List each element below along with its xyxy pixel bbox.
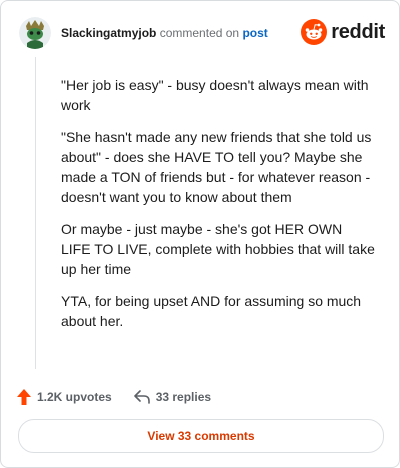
replies-button[interactable]: 33 replies [133, 390, 212, 404]
comment-paragraph: Or maybe - just maybe - she's got HER OW… [61, 221, 375, 277]
post-link[interactable]: post [242, 26, 267, 40]
reply-arrow-icon [133, 390, 150, 404]
view-comments-button[interactable]: View 33 comments [18, 419, 384, 453]
comment-paragraph: YTA, for being upset AND for assuming so… [61, 293, 362, 329]
snoo-avatar-icon[interactable] [19, 17, 51, 49]
comment-body: "Her job is easy" - busy doesn't always … [61, 75, 375, 343]
comment-meta: Slackingatmyjob commented on post [61, 26, 268, 40]
comment-actions: 1.2K upvotes 33 replies [17, 387, 211, 407]
thread-line[interactable] [35, 57, 36, 369]
comment-paragraph: "Her job is easy" - busy doesn't always … [61, 77, 369, 113]
commented-on-text: commented on [159, 26, 240, 40]
comment-embed-card: Slackingatmyjob commented on post reddit… [0, 0, 400, 468]
reddit-wordmark: reddit [331, 20, 385, 43]
replies-count: 33 replies [155, 390, 212, 404]
reddit-snoo-icon [301, 19, 328, 45]
upvote-count: 1.2K upvotes [37, 390, 112, 404]
username-link[interactable]: Slackingatmyjob [61, 26, 156, 40]
upvote-arrow-icon [17, 389, 31, 405]
comment-paragraph: "She hasn't made any new friends that sh… [61, 129, 372, 205]
upvote-button[interactable]: 1.2K upvotes [17, 389, 112, 405]
reddit-logo[interactable]: reddit [301, 17, 385, 47]
comment-header: Slackingatmyjob commented on post reddit [19, 17, 385, 53]
